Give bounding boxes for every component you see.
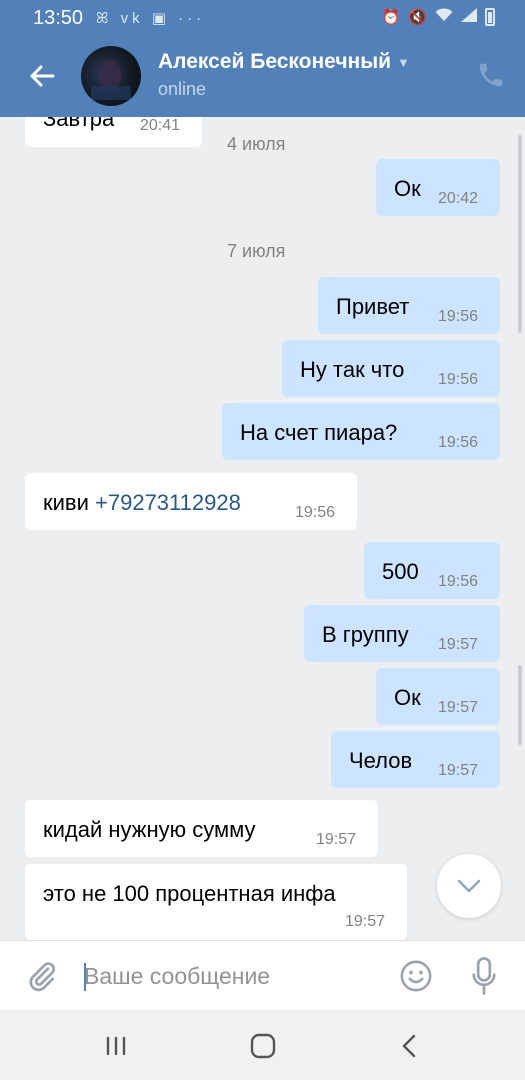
status-bar: 13:50 ꕤ vk ▣ ··· ⏰ 🔇 <box>0 0 525 36</box>
message-time: 19:57 <box>438 762 479 779</box>
message-incoming[interactable]: кидай нужную сумму 19:57 <box>25 800 378 857</box>
wifi-icon <box>435 8 453 26</box>
message-outgoing[interactable]: Ок 19:57 <box>376 668 500 725</box>
chevron-down-icon <box>457 879 481 893</box>
message-outgoing[interactable]: Привет 19:56 <box>318 277 500 334</box>
message-text: киви +79273112928 <box>43 490 241 516</box>
contact-name[interactable]: Алексей Бесконечный ▼ <box>158 50 410 74</box>
message-text: Ну так что <box>300 357 405 382</box>
home-button[interactable] <box>243 1030 283 1062</box>
notification-icons: ꕤ vk ▣ ··· <box>96 10 206 27</box>
message-outgoing[interactable]: Челов 19:57 <box>331 731 500 788</box>
message-text: На счет пиара? <box>240 420 398 445</box>
recent-apps-button[interactable] <box>96 1030 136 1062</box>
attach-icon[interactable] <box>26 960 58 992</box>
message-list[interactable]: Завтра 20:41 4 июля Ок 20:42 7 июля Прив… <box>0 117 525 940</box>
message-time: 19:56 <box>438 434 479 451</box>
message-text: Ок <box>394 176 421 201</box>
message-time: 19:56 <box>438 371 479 388</box>
message-outgoing[interactable]: 500 19:56 <box>364 542 500 599</box>
message-text: В группу <box>322 622 409 647</box>
chevron-down-icon: ▼ <box>397 54 410 70</box>
message-outgoing[interactable]: Ок 20:42 <box>376 159 500 216</box>
message-outgoing[interactable]: Ну так что 19:56 <box>282 340 500 397</box>
contact-avatar[interactable] <box>81 46 141 106</box>
message-incoming[interactable]: киви +79273112928 19:56 <box>25 473 357 530</box>
date-separator: 4 июля <box>227 134 286 154</box>
message-text: Привет <box>336 294 410 319</box>
phone-link[interactable]: +79273112928 <box>95 490 241 515</box>
message-composer <box>0 940 525 1010</box>
message-text: это не 100 процентная инфа <box>43 881 336 906</box>
message-time: 19:57 <box>438 636 479 653</box>
emoji-icon[interactable] <box>399 959 433 993</box>
contact-name-text: Алексей Бесконечный <box>158 50 392 73</box>
message-incoming[interactable]: это не 100 процентная инфа 19:57 <box>25 864 407 940</box>
arrow-left-icon <box>30 65 55 87</box>
scroll-down-button[interactable] <box>437 854 501 918</box>
message-time: 19:56 <box>295 504 336 521</box>
message-text: Челов <box>349 748 413 773</box>
message-time: 19:56 <box>438 573 479 590</box>
microphone-icon[interactable] <box>470 957 498 995</box>
scrollbar[interactable] <box>518 135 522 333</box>
phone-call-icon[interactable] <box>476 60 506 90</box>
signal-icon <box>461 8 477 26</box>
alarm-icon: ⏰ <box>381 9 401 26</box>
message-outgoing[interactable]: В группу 19:57 <box>304 605 500 662</box>
message-text: 500 <box>382 559 419 584</box>
scrollbar-thumb[interactable] <box>518 665 522 745</box>
back-nav-button[interactable] <box>390 1030 430 1062</box>
app-header: 13:50 ꕤ vk ▣ ··· ⏰ 🔇 Алексей Бесконечный… <box>0 0 525 117</box>
mute-icon: 🔇 <box>408 9 427 26</box>
message-input[interactable] <box>84 958 374 994</box>
message-time: 19:57 <box>316 831 357 848</box>
message-time: 19:56 <box>438 308 479 325</box>
message-time: 20:41 <box>140 117 181 134</box>
message-text-prefix: киви <box>43 490 89 515</box>
message-time: 20:42 <box>438 190 479 207</box>
message-time: 19:57 <box>438 699 479 716</box>
status-time: 13:50 <box>33 7 84 29</box>
contact-status: online <box>158 79 207 99</box>
message-text: Ок <box>394 685 421 710</box>
date-separator: 7 июля <box>227 241 286 261</box>
system-nav-bar <box>0 1010 525 1080</box>
message-incoming[interactable]: Завтра 20:41 <box>25 117 202 147</box>
back-button[interactable] <box>22 56 62 96</box>
message-time: 19:57 <box>345 913 386 930</box>
battery-icon <box>485 8 495 26</box>
message-text: кидай нужную сумму <box>43 817 256 842</box>
message-outgoing[interactable]: На счет пиара? 19:56 <box>222 403 500 460</box>
message-text: Завтра <box>43 117 115 131</box>
